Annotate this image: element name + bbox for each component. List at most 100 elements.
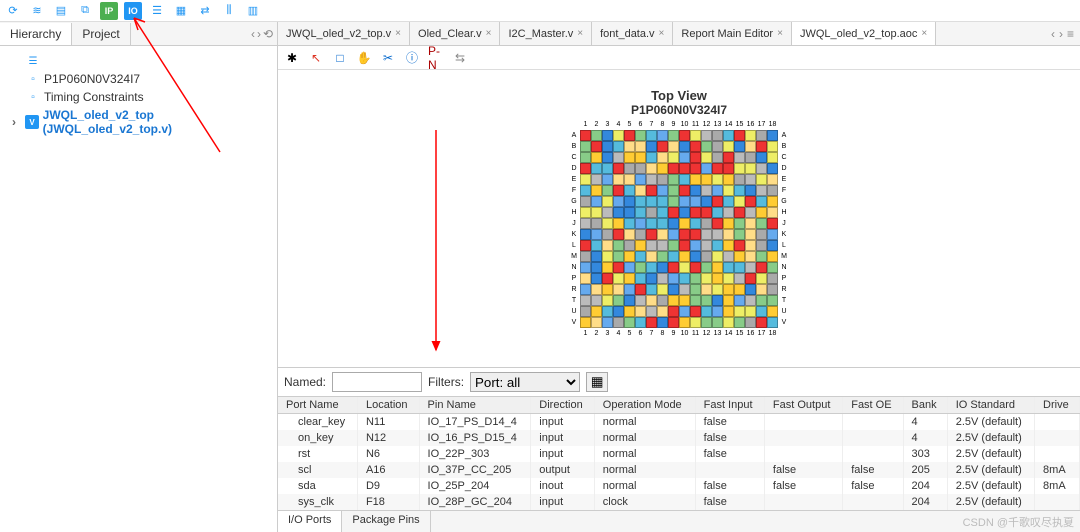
- pin-cell[interactable]: [635, 207, 646, 218]
- table-row[interactable]: sclA16IO_37P_CC_205outputnormalfalsefals…: [278, 462, 1080, 478]
- pin-cell[interactable]: [613, 218, 624, 229]
- pin-cell[interactable]: [767, 174, 778, 185]
- pin-cell[interactable]: [668, 163, 679, 174]
- pin-cell[interactable]: [701, 317, 712, 328]
- pin-cell[interactable]: [635, 295, 646, 306]
- pin-cell[interactable]: [723, 295, 734, 306]
- pin-cell[interactable]: [591, 152, 602, 163]
- pin-cell[interactable]: [745, 262, 756, 273]
- pin-cell[interactable]: [591, 229, 602, 240]
- pin-cell[interactable]: [690, 306, 701, 317]
- pin-cell[interactable]: [756, 306, 767, 317]
- pin-cell[interactable]: [580, 130, 591, 141]
- pin-cell[interactable]: [646, 152, 657, 163]
- pin-cell[interactable]: [734, 251, 745, 262]
- pin-cell[interactable]: [690, 218, 701, 229]
- pin-cell[interactable]: [723, 262, 734, 273]
- pin-cell[interactable]: [712, 262, 723, 273]
- pin-cell[interactable]: [580, 273, 591, 284]
- pin-cell[interactable]: [613, 229, 624, 240]
- pin-cell[interactable]: [679, 185, 690, 196]
- pin-cell[interactable]: [756, 317, 767, 328]
- pin-cell[interactable]: [756, 251, 767, 262]
- pin-cell[interactable]: [712, 141, 723, 152]
- close-icon[interactable]: ×: [659, 28, 665, 39]
- pin-cell[interactable]: [591, 251, 602, 262]
- pin-cell[interactable]: [690, 240, 701, 251]
- pin-cell[interactable]: [613, 251, 624, 262]
- pin-cell[interactable]: [657, 207, 668, 218]
- list-icon[interactable]: ☰: [148, 2, 166, 20]
- pin-cell[interactable]: [734, 152, 745, 163]
- pin-cell[interactable]: [701, 152, 712, 163]
- pin-cell[interactable]: [591, 207, 602, 218]
- pin-cell[interactable]: [591, 306, 602, 317]
- pin-cell[interactable]: [756, 284, 767, 295]
- pin-cell[interactable]: [602, 218, 613, 229]
- pin-cell[interactable]: [635, 218, 646, 229]
- pin-cell[interactable]: [701, 229, 712, 240]
- pin-cell[interactable]: [602, 240, 613, 251]
- pin-cell[interactable]: [624, 273, 635, 284]
- pin-cell[interactable]: [646, 240, 657, 251]
- pin-cell[interactable]: [701, 262, 712, 273]
- pin-cell[interactable]: [591, 141, 602, 152]
- ip-icon[interactable]: IP: [100, 2, 118, 20]
- pin-cell[interactable]: [712, 273, 723, 284]
- pin-cell[interactable]: [580, 174, 591, 185]
- pin-cell[interactable]: [734, 295, 745, 306]
- cursor-icon[interactable]: ↖: [308, 50, 324, 66]
- pin-cell[interactable]: [668, 196, 679, 207]
- pin-cell[interactable]: [723, 218, 734, 229]
- pin-cell[interactable]: [624, 262, 635, 273]
- pin-cell[interactable]: [701, 251, 712, 262]
- pin-cell[interactable]: [602, 284, 613, 295]
- pin-cell[interactable]: [580, 317, 591, 328]
- pin-cell[interactable]: [646, 174, 657, 185]
- pin-cell[interactable]: [745, 207, 756, 218]
- pin-cell[interactable]: [734, 240, 745, 251]
- tree-timing[interactable]: ▫Timing Constraints: [4, 88, 273, 106]
- pin-cell[interactable]: [668, 273, 679, 284]
- pin-cell[interactable]: [701, 284, 712, 295]
- doc-icon[interactable]: ▤: [52, 2, 70, 20]
- pin-cell[interactable]: [591, 163, 602, 174]
- column-header[interactable]: IO Standard: [947, 397, 1034, 414]
- pn-label[interactable]: P-N: [428, 50, 444, 66]
- pin-cell[interactable]: [756, 130, 767, 141]
- tab-next-icon[interactable]: ›: [1059, 27, 1063, 41]
- pin-cell[interactable]: [745, 284, 756, 295]
- pin-cell[interactable]: [712, 229, 723, 240]
- pin-cell[interactable]: [745, 152, 756, 163]
- pin-cell[interactable]: [646, 284, 657, 295]
- named-input[interactable]: [332, 372, 422, 392]
- pin-cell[interactable]: [602, 174, 613, 185]
- pin-cell[interactable]: [734, 207, 745, 218]
- pin-cell[interactable]: [668, 284, 679, 295]
- pin-cell[interactable]: [613, 262, 624, 273]
- pin-cell[interactable]: [624, 284, 635, 295]
- io-icon[interactable]: IO: [124, 2, 142, 20]
- pin-cell[interactable]: [624, 141, 635, 152]
- pin-cell[interactable]: [723, 207, 734, 218]
- editor-tab[interactable]: I2C_Master.v×: [500, 22, 592, 45]
- pin-cell[interactable]: [679, 163, 690, 174]
- pin-cell[interactable]: [613, 152, 624, 163]
- target-icon[interactable]: ✱: [284, 50, 300, 66]
- pin-cell[interactable]: [723, 240, 734, 251]
- pin-cell[interactable]: [745, 306, 756, 317]
- pin-cell[interactable]: [602, 295, 613, 306]
- pin-cell[interactable]: [624, 196, 635, 207]
- pin-cell[interactable]: [624, 295, 635, 306]
- pin-cell[interactable]: [745, 196, 756, 207]
- pin-cell[interactable]: [734, 262, 745, 273]
- pin-cell[interactable]: [745, 251, 756, 262]
- pin-cell[interactable]: [646, 306, 657, 317]
- pin-cell[interactable]: [580, 295, 591, 306]
- tab-prev-icon[interactable]: ‹: [1051, 27, 1055, 41]
- pin-cell[interactable]: [613, 273, 624, 284]
- nav-next-icon[interactable]: ›: [257, 27, 261, 41]
- pin-cell[interactable]: [591, 317, 602, 328]
- pin-cell[interactable]: [602, 185, 613, 196]
- pin-cell[interactable]: [679, 262, 690, 273]
